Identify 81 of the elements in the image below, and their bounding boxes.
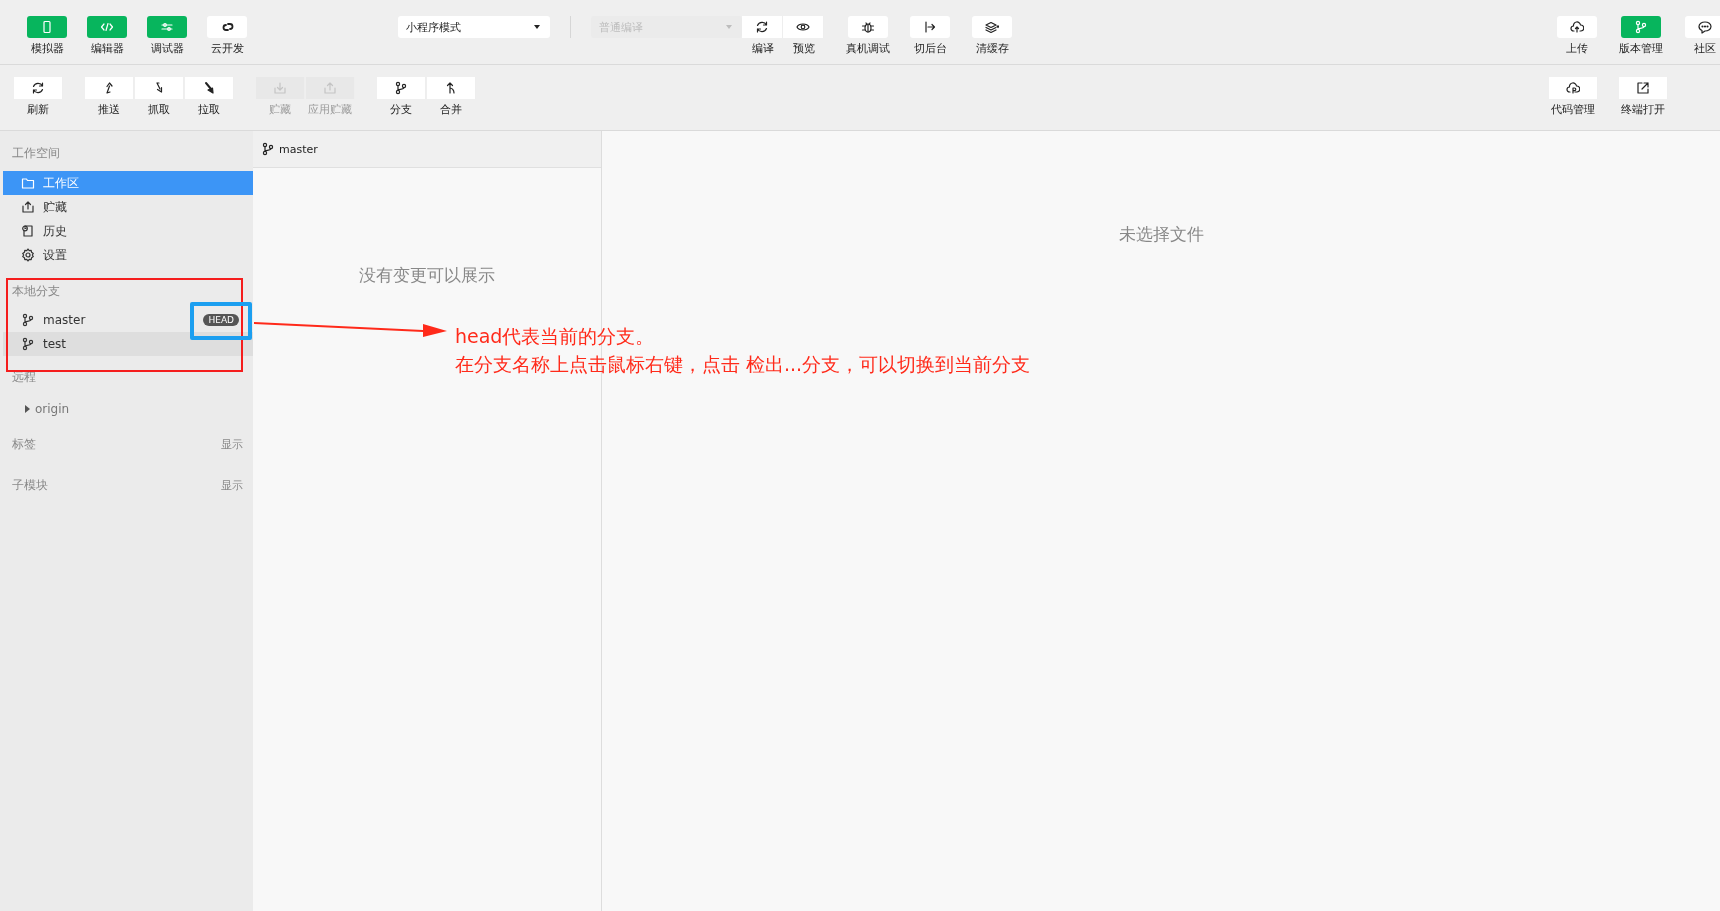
view-toggle-button[interactable] [147, 16, 187, 38]
toolbar-button[interactable] [1548, 77, 1598, 99]
branch-icon [1634, 20, 1648, 34]
arrow-to-bar-icon [923, 20, 937, 34]
chat-bubble-icon [1698, 20, 1712, 34]
button-label: 上传 [1566, 42, 1588, 56]
cloud-upload-icon [1570, 20, 1584, 34]
box-icon [21, 200, 35, 214]
button-label: 模拟器 [30, 42, 64, 56]
branch-icon [261, 142, 275, 156]
branch-icon [21, 313, 35, 327]
annotation-text: 在分支名称上点击鼠标右键，点击 检出...分支，可以切换到当前分支 [455, 352, 1031, 377]
view-toggle-button[interactable] [27, 16, 67, 38]
button-label: 合并 [440, 103, 462, 117]
button-label: 贮藏 [269, 103, 291, 117]
bug-icon [861, 20, 875, 34]
sliders-icon [160, 20, 174, 34]
mode-dropdown[interactable]: 小程序模式 [398, 16, 550, 38]
view-toggle-button[interactable] [207, 16, 247, 38]
branch-icon [393, 81, 408, 95]
toolbar-button[interactable] [972, 16, 1012, 38]
git-toolbar-button[interactable] [376, 77, 426, 99]
branch-item[interactable]: test [3, 332, 253, 356]
button-label: 切后台 [913, 42, 947, 56]
git-toolbar-button[interactable] [184, 77, 234, 99]
external-link-icon [1635, 81, 1650, 95]
button-label: 应用贮藏 [308, 103, 352, 117]
button-label: 编译 [751, 42, 774, 56]
view-toggle-button[interactable] [87, 16, 127, 38]
button-label: 清缓存 [975, 42, 1009, 56]
toolbar-button[interactable] [848, 16, 888, 38]
phone-icon [40, 20, 54, 34]
button-label: 社区 [1694, 42, 1716, 56]
button-label: 终端打开 [1621, 103, 1665, 117]
button-label: 编辑器 [90, 42, 124, 56]
caret-icon [726, 25, 732, 29]
toolbar-button[interactable] [1557, 16, 1597, 38]
cloud-icon [1565, 81, 1580, 95]
empty-message: 没有变更可以展示 [358, 264, 496, 287]
empty-message: 未选择文件 [1117, 223, 1205, 246]
clock-document-icon [21, 224, 35, 238]
section-title: 本地分支 [11, 283, 61, 300]
section-title: 远程 [11, 369, 37, 386]
folder-icon [21, 176, 35, 190]
eye-icon [796, 20, 810, 34]
button-label: 调试器 [150, 42, 184, 56]
branch-header: master [253, 131, 601, 168]
branch-icon [21, 337, 35, 351]
caret-icon [534, 25, 540, 29]
toolbar-button[interactable] [742, 16, 783, 38]
annotation-text: head代表当前的分支。 [455, 324, 656, 349]
button-label: 云开发 [210, 42, 244, 56]
toolbar-button[interactable] [783, 16, 824, 38]
section-title: 工作空间 [11, 145, 61, 162]
button-label: 分支 [390, 103, 412, 117]
button-label: 真机调试 [846, 42, 890, 56]
button-label: 刷新 [27, 103, 49, 117]
download-box-icon [272, 81, 287, 95]
head-badge: HEAD [203, 314, 239, 326]
upload-box-icon [322, 81, 337, 95]
layers-icon [985, 20, 999, 34]
git-toolbar-button[interactable] [13, 77, 63, 99]
button-label: 推送 [98, 103, 120, 117]
section-title: 子模块 [12, 476, 48, 494]
button-label: 抓取 [148, 103, 170, 117]
link-icon [220, 20, 234, 34]
sidebar-item[interactable]: 设置 [3, 243, 253, 267]
section-title: 标签 [12, 435, 36, 453]
sidebar-item[interactable]: 贮藏 [3, 195, 253, 219]
refresh-icon [755, 20, 769, 34]
branch-item[interactable]: master HEAD [3, 308, 253, 332]
toolbar-button[interactable] [1685, 16, 1720, 38]
remote-item[interactable]: origin [3, 397, 253, 421]
button-label: 版本管理 [1619, 42, 1663, 56]
button-label: 拉取 [198, 103, 220, 117]
settings-icon [21, 248, 35, 262]
button-label: 预览 [792, 42, 815, 56]
refresh-icon [30, 81, 45, 95]
button-label: 代码管理 [1551, 103, 1595, 117]
code-icon [100, 20, 114, 34]
sidebar-item[interactable]: 历史 [3, 219, 253, 243]
